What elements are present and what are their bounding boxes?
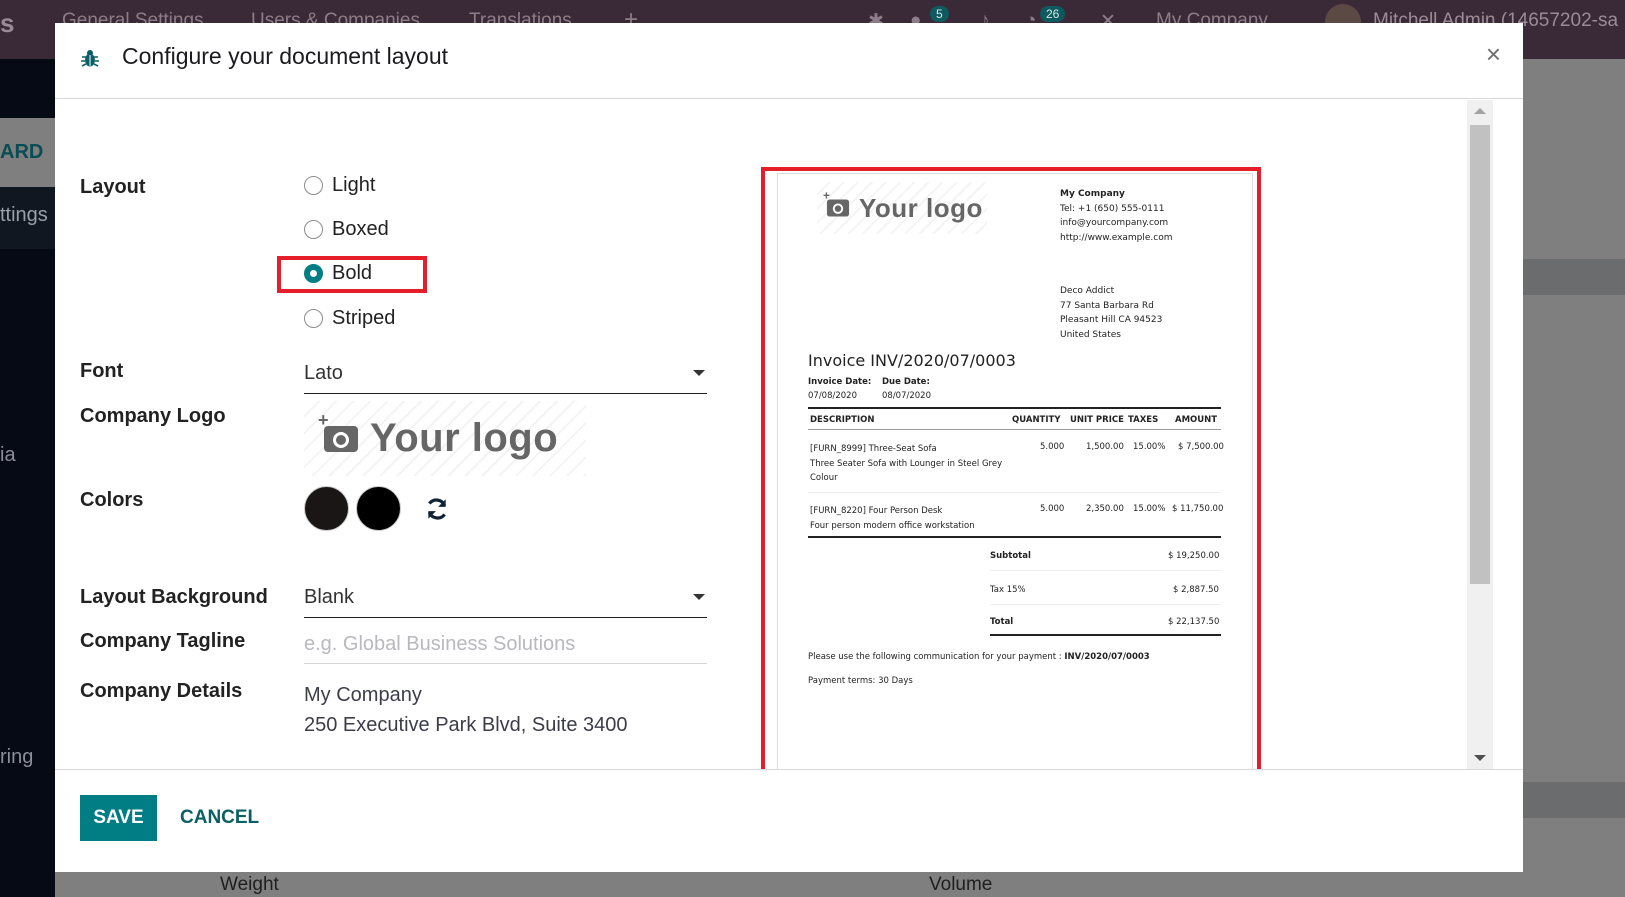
- annotation-highlight-bold: [277, 256, 427, 293]
- primary-color-picker[interactable]: [304, 486, 349, 531]
- radio-button[interactable]: [304, 309, 323, 328]
- background-section-band: [1523, 259, 1625, 295]
- layout-option-boxed[interactable]: Boxed: [304, 218, 389, 241]
- layout-option-light[interactable]: Light: [304, 174, 375, 197]
- colors-label: Colors: [80, 489, 144, 511]
- layout-option-label: Light: [332, 174, 376, 196]
- chevron-down-icon: [693, 370, 705, 376]
- scroll-down-icon[interactable]: [1474, 755, 1486, 761]
- company-logo-label: Company Logo: [80, 405, 226, 427]
- sidebar-item-ring[interactable]: ring: [0, 746, 33, 769]
- logo-placeholder-text: Your logo: [370, 416, 559, 460]
- sidebar-item-dashboard-label[interactable]: ARD: [0, 141, 43, 164]
- layout-background-select[interactable]: Blank: [304, 580, 707, 618]
- dialog-footer: SAVE CANCEL: [55, 769, 1523, 872]
- radio-button[interactable]: [304, 176, 323, 195]
- layout-background-value: Blank: [304, 586, 355, 608]
- messages-badge: 5: [930, 6, 949, 22]
- save-button[interactable]: SAVE: [80, 795, 157, 841]
- company-details-line: 250 Executive Park Blvd, Suite 3400: [304, 714, 628, 736]
- reset-colors-icon[interactable]: [424, 496, 450, 522]
- weight-field-label: Weight: [220, 874, 279, 895]
- sidebar-item-settings[interactable]: ttings: [0, 204, 48, 227]
- bug-icon: [81, 50, 99, 67]
- dialog-body: Layout Light Boxed Bold Striped Font Lat…: [55, 100, 1523, 769]
- app-brand: s: [0, 8, 15, 38]
- cancel-button[interactable]: CANCEL: [172, 795, 267, 841]
- font-label: Font: [80, 360, 124, 382]
- dialog-title: Configure your document layout: [122, 43, 449, 69]
- scrollbar-thumb[interactable]: [1470, 125, 1490, 584]
- camera-add-icon: [318, 410, 358, 452]
- scroll-up-icon[interactable]: [1474, 108, 1486, 114]
- company-logo-upload[interactable]: Your logo: [304, 401, 586, 476]
- company-details-line: My Company: [304, 684, 422, 706]
- company-details-label: Company Details: [80, 680, 243, 702]
- close-icon[interactable]: ×: [1486, 39, 1501, 70]
- radio-button[interactable]: [304, 220, 323, 239]
- settings-sidebar: ARD ttings ia ring: [0, 59, 55, 897]
- annotation-highlight-preview: [761, 167, 1261, 769]
- dialog-header: Configure your document layout ×: [55, 23, 1523, 99]
- sidebar-item-media[interactable]: ia: [0, 444, 16, 467]
- background-fields-row: Weight Volume: [92, 872, 1523, 897]
- secondary-color-picker[interactable]: [356, 486, 401, 531]
- layout-background-label: Layout Background: [80, 586, 268, 608]
- font-select-value: Lato: [304, 362, 343, 384]
- layout-label: Layout: [80, 176, 146, 198]
- layout-option-label: Striped: [332, 307, 396, 329]
- background-section-band: [1523, 782, 1625, 818]
- activities-badge: 26: [1040, 6, 1066, 22]
- volume-field-label: Volume: [929, 874, 993, 895]
- layout-option-striped[interactable]: Striped: [304, 307, 395, 330]
- background-content: [1523, 59, 1625, 897]
- layout-option-label: Boxed: [332, 218, 389, 240]
- company-tagline-label: Company Tagline: [80, 630, 246, 652]
- font-select[interactable]: Lato: [304, 356, 707, 394]
- dialog-scrollbar[interactable]: [1467, 100, 1493, 769]
- document-layout-dialog: Configure your document layout × Layout …: [55, 23, 1523, 872]
- company-details-line: [304, 740, 628, 769]
- chevron-down-icon: [693, 594, 705, 600]
- company-tagline-input[interactable]: [304, 626, 707, 664]
- company-details-field[interactable]: My Company 250 Executive Park Blvd, Suit…: [304, 680, 628, 769]
